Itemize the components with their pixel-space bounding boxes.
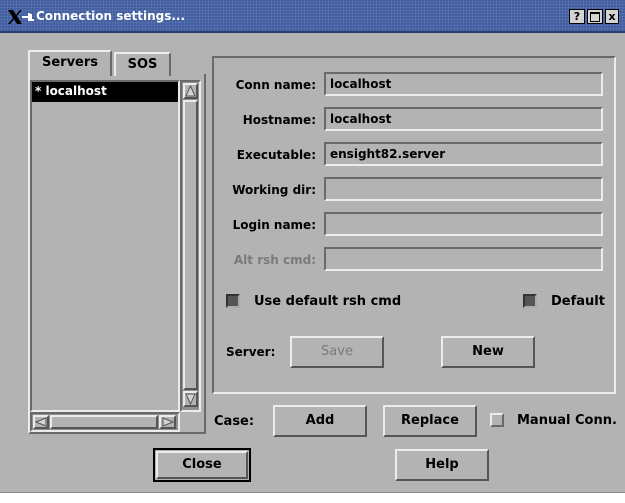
conn-name-field[interactable]: localhost bbox=[324, 72, 603, 96]
desktop-strip bbox=[0, 492, 625, 503]
alt-rsh-cmd-field[interactable] bbox=[324, 247, 603, 271]
working-dir-label: Working dir: bbox=[232, 183, 316, 197]
h-scroll-thumb[interactable] bbox=[50, 415, 158, 429]
arrow-up-icon bbox=[185, 85, 196, 97]
new-button[interactable]: New bbox=[441, 336, 535, 368]
scroll-left-button[interactable] bbox=[33, 415, 49, 429]
save-button[interactable]: Save bbox=[290, 336, 384, 368]
hostname-field[interactable]: localhost bbox=[324, 107, 603, 131]
arrow-right-icon bbox=[162, 417, 174, 427]
manual-conn-label: Manual Conn. bbox=[517, 413, 617, 428]
replace-button[interactable]: Replace bbox=[383, 405, 477, 437]
tab-sos[interactable]: SOS bbox=[114, 52, 171, 76]
login-name-field[interactable] bbox=[324, 212, 603, 236]
scroll-right-button[interactable] bbox=[159, 415, 176, 429]
case-label: Case: bbox=[214, 414, 255, 429]
manual-conn-checkbox[interactable] bbox=[490, 413, 504, 427]
conn-name-label: Conn name: bbox=[235, 78, 316, 92]
alt-rsh-cmd-label: Alt rsh cmd: bbox=[233, 253, 316, 267]
close-title-button[interactable]: x bbox=[605, 9, 619, 24]
server-list[interactable]: * localhost bbox=[30, 80, 180, 412]
connection-settings-window: Connection settings... ? x Servers SOS *… bbox=[0, 0, 625, 503]
default-label: Default bbox=[551, 294, 605, 309]
window-title: Connection settings... bbox=[36, 9, 186, 23]
server-label: Server: bbox=[226, 345, 276, 359]
hostname-label: Hostname: bbox=[242, 113, 316, 127]
default-checkbox[interactable] bbox=[523, 294, 537, 308]
working-dir-field[interactable] bbox=[324, 177, 603, 201]
pin-icon[interactable] bbox=[22, 11, 34, 21]
maximize-button[interactable] bbox=[587, 9, 603, 24]
executable-field[interactable]: ensight82.server bbox=[324, 142, 603, 166]
horizontal-scrollbar[interactable] bbox=[30, 412, 180, 432]
scroll-down-button[interactable] bbox=[183, 391, 198, 407]
list-item[interactable]: * localhost bbox=[32, 82, 178, 102]
executable-label: Executable: bbox=[236, 148, 316, 162]
vertical-scrollbar[interactable] bbox=[180, 80, 201, 412]
use-default-rsh-checkbox[interactable] bbox=[226, 294, 240, 308]
scroll-thumb[interactable] bbox=[183, 100, 198, 390]
login-name-label: Login name: bbox=[232, 218, 316, 232]
arrow-left-icon bbox=[35, 417, 47, 427]
scroll-up-button[interactable] bbox=[183, 83, 198, 99]
maximize-icon bbox=[590, 12, 600, 22]
use-default-rsh-label: Use default rsh cmd bbox=[254, 294, 402, 309]
arrow-down-icon bbox=[185, 393, 196, 405]
tab-servers[interactable]: Servers bbox=[28, 50, 112, 76]
help-title-button[interactable]: ? bbox=[569, 9, 585, 24]
close-button[interactable]: Close bbox=[156, 451, 248, 479]
help-button[interactable]: Help bbox=[395, 449, 489, 481]
add-button[interactable]: Add bbox=[273, 405, 367, 437]
x-window-icon[interactable] bbox=[7, 9, 23, 25]
